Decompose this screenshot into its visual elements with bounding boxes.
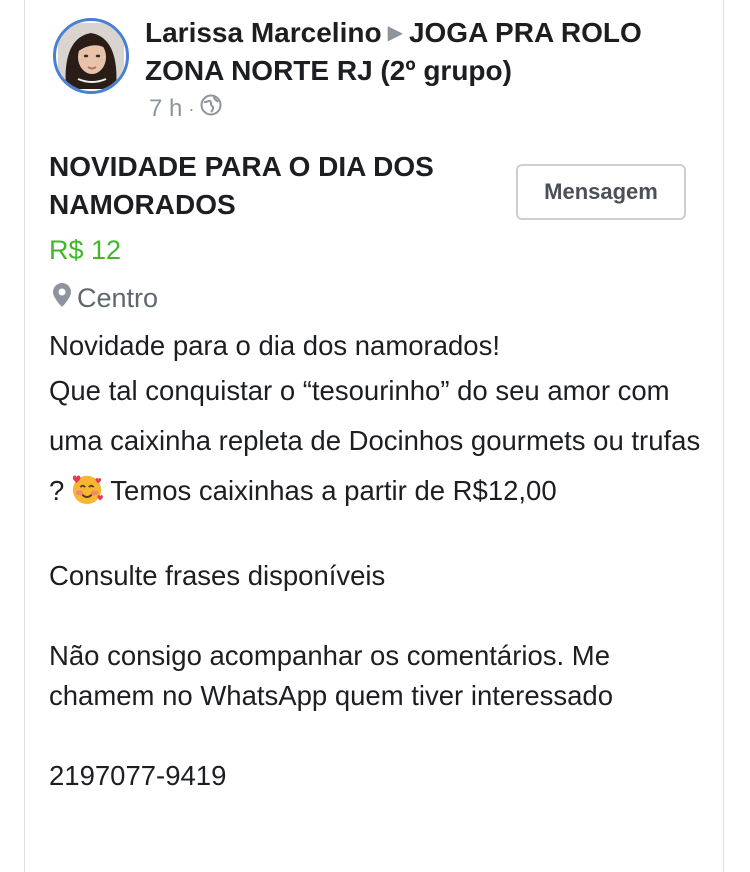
post-meta: 7 h · — [149, 94, 222, 124]
arrow-right-icon: ▶ — [387, 22, 403, 44]
location-name: Centro — [77, 283, 159, 313]
avatar-photo — [58, 23, 124, 89]
separator-dot: · — [188, 99, 195, 119]
avatar[interactable] — [53, 18, 129, 94]
post-header: Larissa Marcelino ▶ JOGA PRA ROLO ZONA NOR… — [53, 14, 693, 124]
post-title: NOVIDADE PARA O DIA DOS NAMORADOS — [49, 151, 434, 220]
body-line: Novidade para o dia dos namorados! — [49, 330, 500, 361]
marketplace-post: Larissa Marcelino ▶ JOGA PRA ROLO ZONA NOR… — [24, 0, 724, 872]
body-line: Que tal conquistar o “tesourinho” do seu… — [49, 375, 701, 506]
post-author-line: Larissa Marcelino ▶ JOGA PRA ROLO ZONA NOR… — [145, 14, 705, 90]
body-line: Consulte frases disponíveis — [49, 560, 386, 591]
globe-icon[interactable] — [200, 94, 222, 124]
author-name[interactable]: Larissa Marcelino — [145, 17, 382, 48]
location-pin-icon — [53, 280, 71, 316]
post-location: Centro — [53, 280, 158, 316]
message-button[interactable]: Mensagem — [516, 164, 686, 220]
post-price: R$ 12 — [49, 235, 122, 265]
smiling-face-with-hearts-icon — [73, 475, 104, 505]
body-line: Não consigo acompanhar os comentários. M… — [49, 640, 614, 711]
post-body: Novidade para o dia dos namorados! Que t… — [49, 326, 709, 796]
phone-number[interactable]: 2197077-9419 — [49, 756, 709, 796]
post-time[interactable]: 7 h — [149, 94, 182, 124]
